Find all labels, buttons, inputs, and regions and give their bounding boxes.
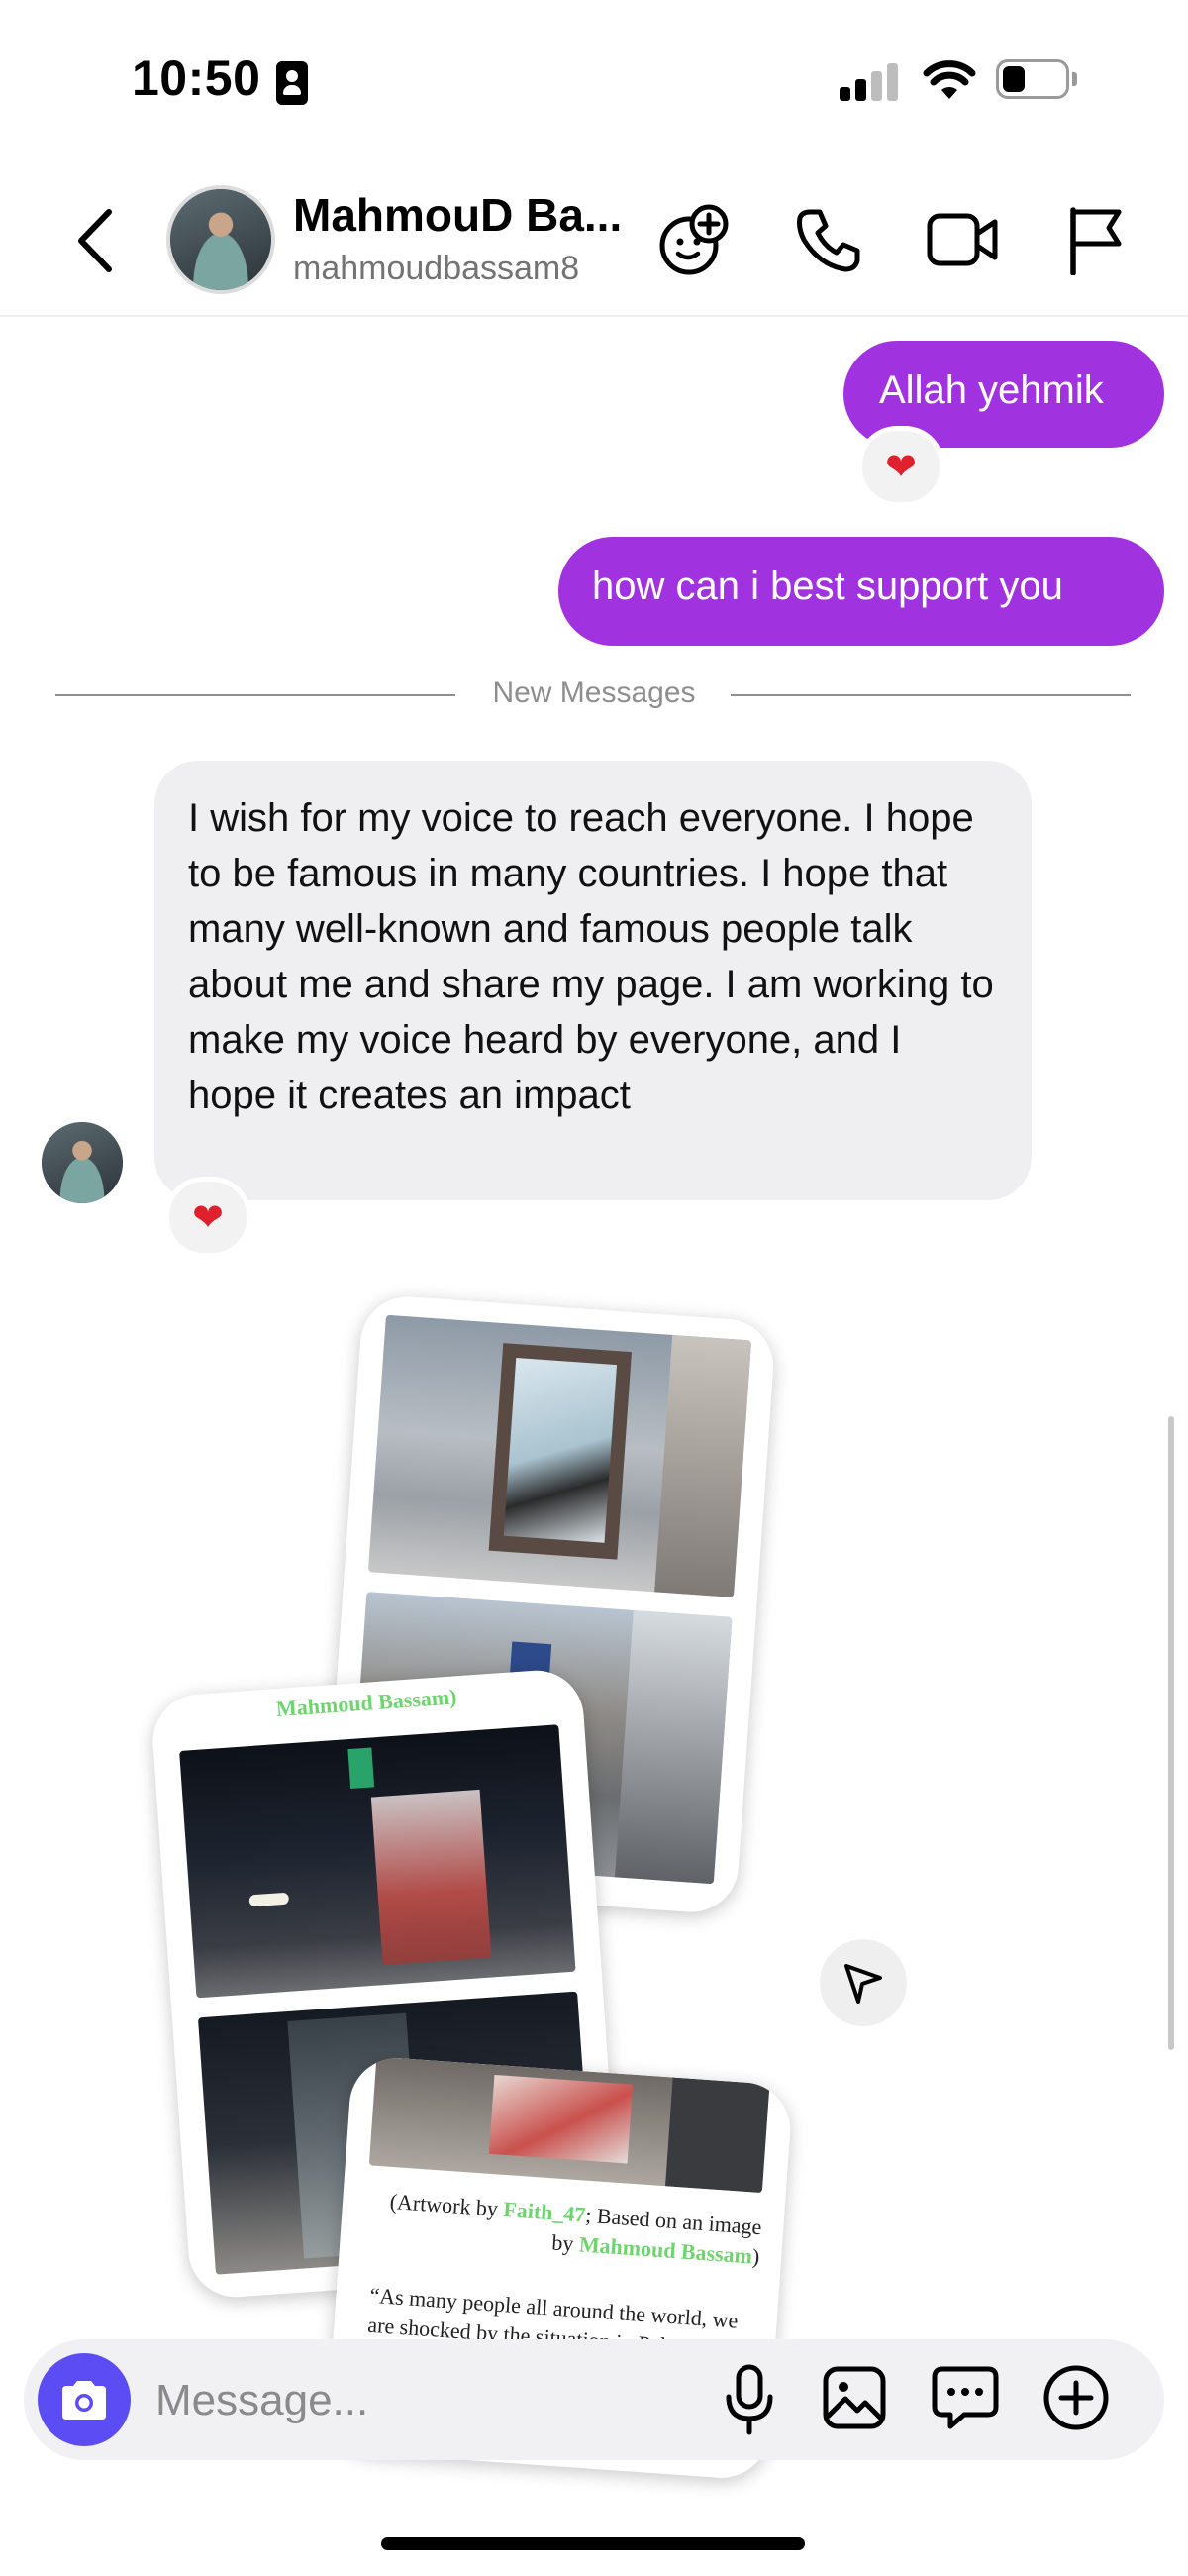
wifi-icon xyxy=(923,60,976,99)
post-photo-bus-shelter-day xyxy=(367,1314,752,1597)
phone-icon[interactable] xyxy=(794,206,863,275)
new-messages-separator: New Messages xyxy=(0,676,1188,710)
video-camera-icon[interactable] xyxy=(926,210,1001,269)
camera-button[interactable] xyxy=(38,2353,131,2446)
camera-icon xyxy=(62,2381,106,2420)
flag-icon[interactable] xyxy=(1065,204,1125,275)
sticker-icon[interactable] xyxy=(931,2365,1000,2430)
contact-avatar[interactable] xyxy=(166,185,275,294)
shared-post[interactable]: Mahmoud Bassam) (Artwork by Faith_47; Ba… xyxy=(149,1288,812,2482)
cellular-signal-icon xyxy=(840,61,901,101)
header-divider xyxy=(0,315,1188,317)
contact-name[interactable]: MahmouD Ba... xyxy=(293,188,622,242)
post-caption: (Artwork by Faith_47; Based on an image … xyxy=(389,2188,763,2270)
post-photo-shelter-ad xyxy=(368,2056,770,2194)
add-person-icon[interactable] xyxy=(657,202,733,277)
received-message-bubble[interactable]: I wish for my voice to reach everyone. I… xyxy=(154,761,1032,1200)
gallery-icon[interactable] xyxy=(822,2365,887,2430)
heart-reaction-icon[interactable]: ❤ xyxy=(857,426,944,507)
chevron-left-icon[interactable] xyxy=(71,206,121,275)
contact-handle[interactable]: mahmoudbassam8 xyxy=(293,250,579,288)
sent-message-text: Allah yehmik xyxy=(879,368,1104,412)
microphone-icon[interactable] xyxy=(723,2363,776,2436)
share-button[interactable] xyxy=(820,1939,907,2026)
sent-message-text: how can i best support you xyxy=(592,565,1063,608)
heart-reaction-icon[interactable]: ❤ xyxy=(164,1177,251,1258)
sent-message-bubble[interactable]: how can i best support you xyxy=(558,537,1164,646)
sender-avatar[interactable] xyxy=(42,1122,123,1203)
post-photo-bus-shelter-night xyxy=(179,1724,576,1999)
status-time: 10:50 xyxy=(132,51,261,106)
plus-icon[interactable] xyxy=(1041,2363,1111,2432)
id-card-icon xyxy=(276,61,308,105)
post-caption-credit: Mahmoud Bassam) xyxy=(275,1684,458,1722)
scrollbar-thumb[interactable] xyxy=(1168,1416,1174,2050)
received-message-text: I wish for my voice to reach everyone. I… xyxy=(188,796,994,1117)
battery-icon xyxy=(996,59,1079,101)
message-input[interactable] xyxy=(153,2367,712,2434)
paper-plane-icon xyxy=(844,1964,882,2004)
home-indicator[interactable] xyxy=(381,2537,805,2550)
